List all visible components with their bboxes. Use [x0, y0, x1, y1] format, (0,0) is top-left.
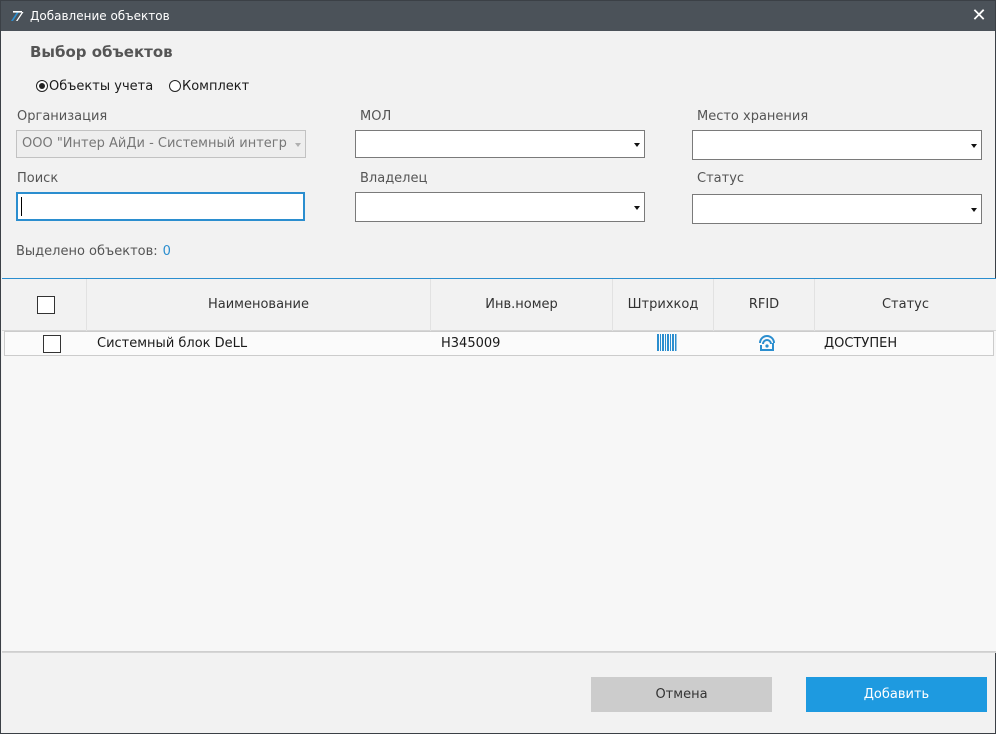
- chevron-down-icon: [295, 143, 301, 147]
- add-objects-dialog: Добавление объектов ✕ Выбор объектов Объ…: [0, 0, 996, 734]
- chevron-down-icon[interactable]: [634, 206, 640, 210]
- row-inv: Н345009: [441, 336, 501, 351]
- chevron-down-icon[interactable]: [971, 208, 977, 212]
- objects-table: Наименование Инв.номер Штрихкод RFID Ста…: [2, 278, 996, 652]
- radio-label: Комплект: [182, 78, 250, 94]
- search-field[interactable]: [16, 192, 305, 221]
- column-header-name[interactable]: Наименование: [87, 279, 431, 331]
- chevron-down-icon[interactable]: [634, 143, 640, 147]
- window-title: Добавление объектов: [30, 9, 170, 23]
- selected-count: Выделено объектов: 0: [16, 244, 171, 259]
- storage-label: Место хранения: [697, 109, 809, 124]
- owner-label: Владелец: [360, 171, 428, 186]
- add-button[interactable]: Добавить: [806, 677, 987, 712]
- column-header-barcode[interactable]: Штрихкод: [613, 279, 714, 331]
- cancel-button[interactable]: Отмена: [591, 677, 772, 712]
- status-select[interactable]: [692, 194, 982, 224]
- status-label: Статус: [697, 171, 745, 186]
- text-caret: [21, 197, 22, 216]
- radio-kit[interactable]: Комплект: [169, 77, 249, 95]
- radio-label: Объекты учета: [49, 78, 154, 94]
- radio-accounting-objects[interactable]: Объекты учета: [36, 77, 153, 95]
- row-status: ДОСТУПЕН: [824, 336, 898, 351]
- barcode-icon[interactable]: [657, 334, 677, 352]
- column-header-status[interactable]: Статус: [815, 279, 996, 331]
- row-checkbox[interactable]: [43, 335, 61, 353]
- footer-divider: [2, 652, 996, 653]
- organization-value: ООО "Интер АйДи - Системный интеграт: [22, 136, 287, 151]
- mol-select[interactable]: [355, 130, 645, 158]
- organization-select: ООО "Интер АйДи - Системный интеграт: [16, 130, 306, 158]
- organization-label: Организация: [17, 109, 108, 124]
- row-name: Системный блок DeLL: [97, 336, 248, 351]
- radio-unchecked-icon[interactable]: [169, 80, 181, 92]
- mol-label: МОЛ: [360, 109, 392, 124]
- search-label: Поиск: [17, 171, 59, 186]
- selected-count-value: 0: [162, 244, 171, 259]
- app-logo-icon: [9, 8, 25, 24]
- column-header-inv[interactable]: Инв.номер: [431, 279, 613, 331]
- title-bar: Добавление объектов ✕: [1, 1, 995, 31]
- header-select-all: [2, 279, 87, 331]
- column-header-rfid[interactable]: RFID: [714, 279, 815, 331]
- table-header: Наименование Инв.номер Штрихкод RFID Ста…: [2, 279, 996, 331]
- selected-count-label: Выделено объектов:: [16, 244, 158, 259]
- search-input[interactable]: [18, 194, 303, 219]
- table-row[interactable]: Системный блок DeLL Н345009 ДОСТУПЕН: [4, 331, 994, 356]
- rfid-icon[interactable]: [758, 335, 776, 353]
- section-heading: Выбор объектов: [30, 43, 173, 61]
- owner-select[interactable]: [355, 192, 645, 222]
- chevron-down-icon[interactable]: [971, 144, 977, 148]
- close-icon[interactable]: ✕: [963, 1, 995, 31]
- radio-checked-icon[interactable]: [36, 80, 48, 92]
- select-all-checkbox[interactable]: [37, 296, 55, 314]
- storage-select[interactable]: [692, 130, 982, 160]
